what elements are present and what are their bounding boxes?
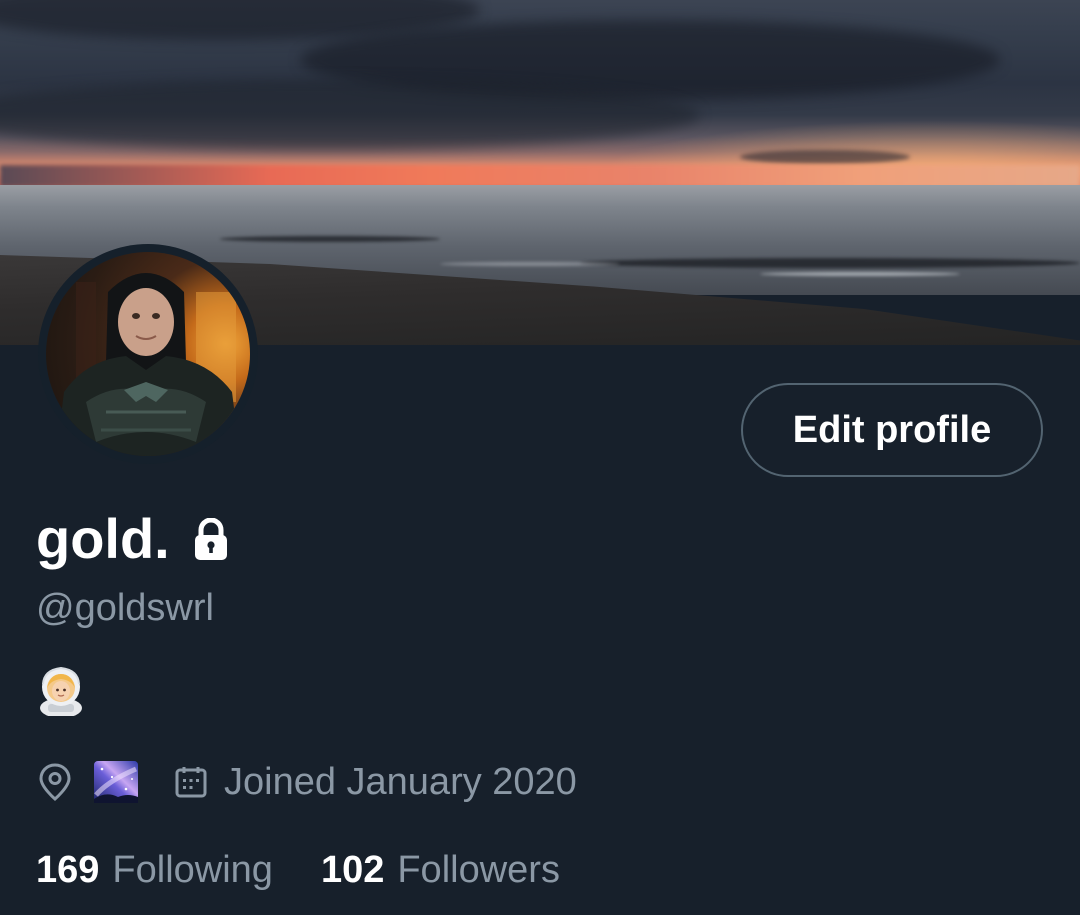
following-count: 169 — [36, 849, 100, 891]
joined-date: Joined January 2020 — [224, 761, 577, 803]
display-name: gold. — [36, 507, 170, 570]
banner-foam — [440, 262, 620, 266]
user-handle: @goldswrl — [36, 587, 214, 629]
followers-count: 102 — [320, 849, 385, 891]
banner-wave — [580, 258, 1080, 268]
map-pin-icon — [36, 762, 74, 802]
follow-stats: 169 Following 102 Followers — [36, 845, 560, 895]
avatar-photo — [46, 252, 250, 456]
display-name-row: gold. — [36, 506, 230, 572]
banner-foam — [760, 272, 960, 276]
banner-horizon — [0, 165, 1080, 187]
following-link[interactable]: 169 Following — [36, 845, 273, 895]
followers-link[interactable]: 102 Followers — [321, 845, 560, 895]
lock-icon — [192, 517, 230, 562]
milky-way-emoji — [92, 759, 140, 805]
profile-meta-row: Joined January 2020 — [36, 757, 577, 807]
edit-profile-button[interactable]: Edit profile — [741, 383, 1043, 477]
banner-cloud — [740, 150, 910, 164]
avatar-portrait-illustration — [56, 273, 240, 456]
followers-label: Followers — [397, 849, 560, 891]
following-label: Following — [112, 849, 273, 891]
banner-wave — [220, 236, 440, 242]
profile-avatar[interactable] — [38, 244, 258, 464]
bio — [38, 666, 84, 718]
calendar-icon — [174, 765, 208, 799]
woman-astronaut-emoji — [38, 666, 84, 720]
profile-page: Edit profile gold. @goldswrl Joined Janu… — [0, 0, 1080, 915]
